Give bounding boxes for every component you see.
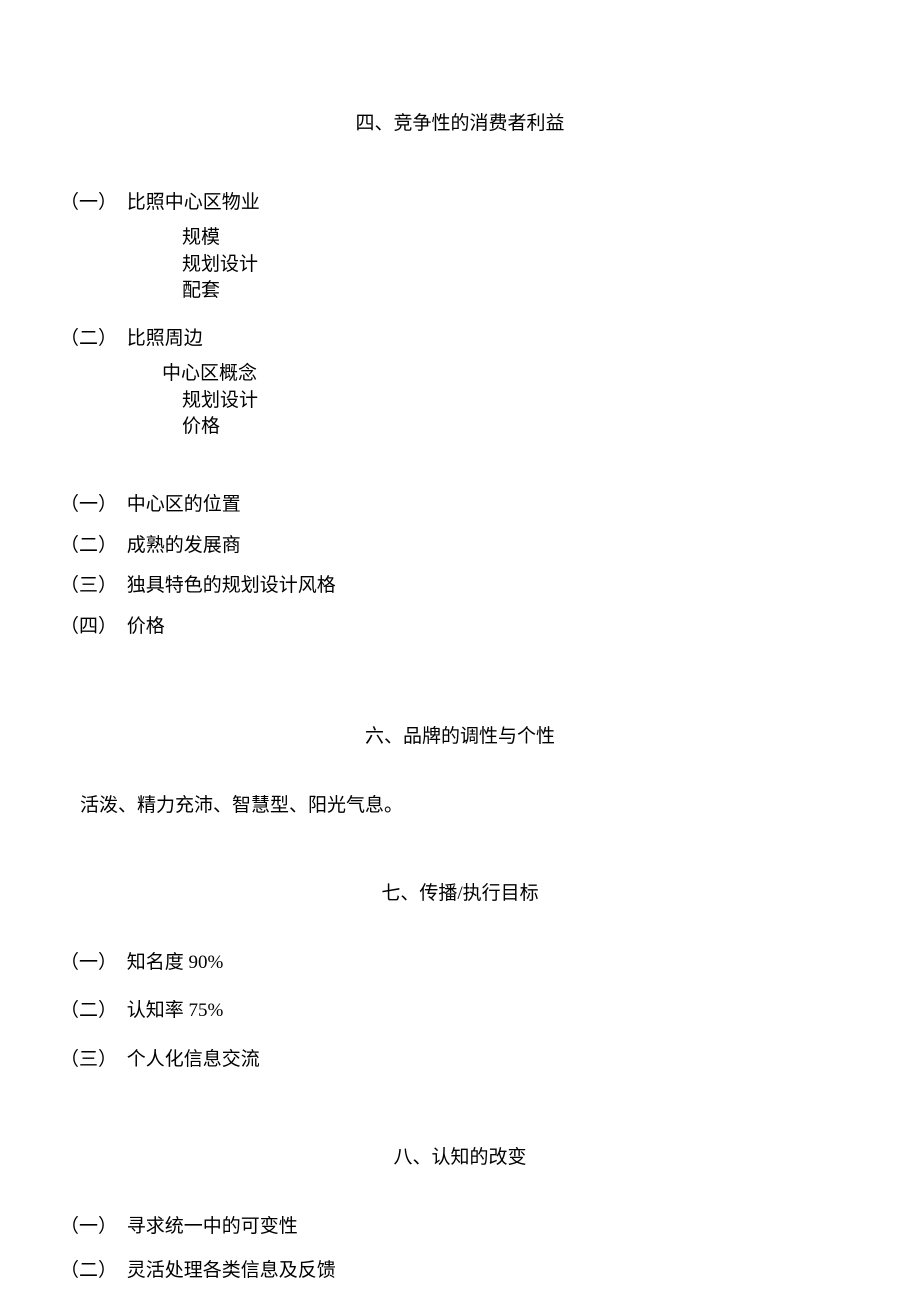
list-text: 认知率 75% [127,1000,224,1021]
section-8-list-1: （一） 寻求统一中的可变性 [60,1213,860,1242]
section-6-title: 六、品牌的调性与个性 [60,723,860,752]
group-b-label: 比照周边 [127,328,203,349]
list-text: 中心区的位置 [127,494,241,515]
marker: （二） [60,325,122,354]
list-text: 成熟的发展商 [127,535,241,556]
marker: （一） [60,949,122,978]
section-4-list-1: （一） 中心区的位置 [60,491,860,520]
group-a-sub-1: 规模 [60,225,860,252]
group-b-header: （二） 比照周边 [60,325,860,354]
list-text: 灵活处理各类信息及反馈 [127,1260,336,1281]
section-7-list-3: （三） 个人化信息交流 [60,1046,860,1075]
section-7-list-2: （二） 认知率 75% [60,997,860,1026]
group-a-sub-2: 规划设计 [60,252,860,279]
group-a-sub-3: 配套 [60,278,860,305]
marker: （三） [60,1046,122,1075]
section-4-group-b: （二） 比照周边 中心区概念 规划设计 价格 [60,325,860,441]
marker: （二） [60,532,122,561]
list-text: 个人化信息交流 [127,1049,260,1070]
list-text: 寻求统一中的可变性 [127,1216,298,1237]
section-4-group-a: （一） 比照中心区物业 规模 规划设计 配套 [60,189,860,305]
section-4-list-2: （二） 成熟的发展商 [60,532,860,561]
section-8-title: 八、认知的改变 [60,1144,860,1173]
group-b-first: 中心区概念 [60,361,860,388]
marker: （二） [60,1257,122,1286]
section-4-list-3: （三） 独具特色的规划设计风格 [60,572,860,601]
marker: （一） [60,491,122,520]
section-8-list-2: （二） 灵活处理各类信息及反馈 [60,1257,860,1286]
marker: （一） [60,1213,122,1242]
section-7-list-1: （一） 知名度 90% [60,949,860,978]
section-4-title: 四、竞争性的消费者利益 [60,110,860,139]
marker: （三） [60,572,122,601]
list-text: 知名度 90% [127,952,224,973]
group-b-sub-1: 规划设计 [60,388,860,415]
group-a-header: （一） 比照中心区物业 [60,189,860,218]
marker: （一） [60,189,122,218]
group-a-label: 比照中心区物业 [127,192,260,213]
section-7-title: 七、传播/执行目标 [60,880,860,909]
marker: （二） [60,997,122,1026]
section-4-list-4: （四） 价格 [60,613,860,642]
group-b-sub-2: 价格 [60,414,860,441]
marker: （四） [60,613,122,642]
section-6-body: 活泼、精力充沛、智慧型、阳光气息。 [60,792,860,821]
list-text: 价格 [127,616,165,637]
list-text: 独具特色的规划设计风格 [127,575,336,596]
